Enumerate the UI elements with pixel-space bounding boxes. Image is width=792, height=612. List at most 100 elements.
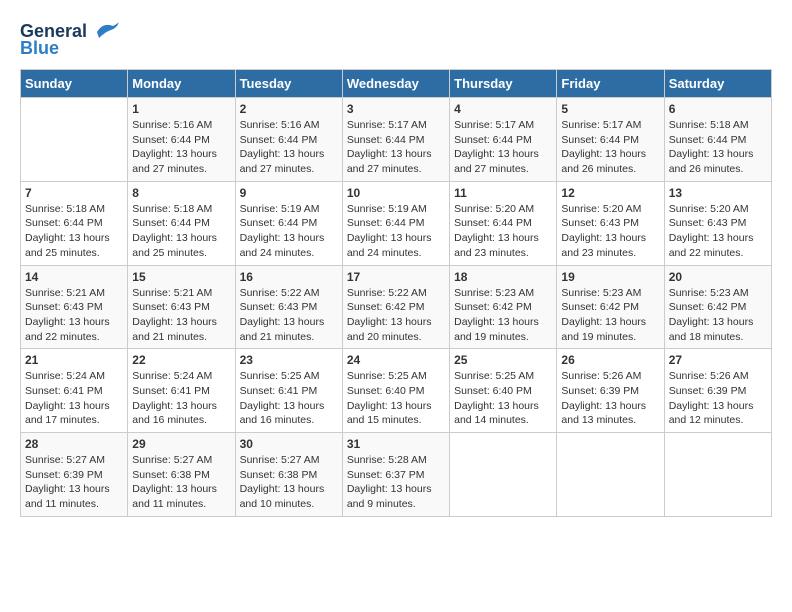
cell-info: Sunrise: 5:18 AM Sunset: 6:44 PM Dayligh… <box>132 202 230 261</box>
page-header: General Blue <box>20 20 772 59</box>
day-header-monday: Monday <box>128 70 235 98</box>
calendar-cell: 30Sunrise: 5:27 AM Sunset: 6:38 PM Dayli… <box>235 433 342 517</box>
cell-info: Sunrise: 5:25 AM Sunset: 6:41 PM Dayligh… <box>240 369 338 428</box>
calendar-cell: 2 Sunrise: 5:16 AM Sunset: 6:44 PM Daylig… <box>235 98 342 182</box>
day-number: 28 <box>25 437 123 451</box>
calendar-cell: 20 Sunrise: 5:23 AM Sunset: 6:42 PM Dayli… <box>664 265 771 349</box>
calendar-cell: 25 Sunrise: 5:25 AM Sunset: 6:40 PM Dayli… <box>450 349 557 433</box>
day-header-thursday: Thursday <box>450 70 557 98</box>
week-row-5: 28Sunrise: 5:27 AM Sunset: 6:39 PM Dayli… <box>21 433 772 517</box>
day-number: 23 <box>240 353 338 367</box>
day-header-friday: Friday <box>557 70 664 98</box>
day-header-saturday: Saturday <box>664 70 771 98</box>
day-number: 10 <box>347 186 445 200</box>
day-number: 16 <box>240 270 338 284</box>
calendar-cell: 7Sunrise: 5:18 AM Sunset: 6:44 PM Daylig… <box>21 181 128 265</box>
cell-info: Sunrise: 5:23 AM Sunset: 6:42 PM Dayligh… <box>454 286 552 345</box>
cell-info: Sunrise: 5:23 AM Sunset: 6:42 PM Dayligh… <box>669 286 767 345</box>
day-number: 25 <box>454 353 552 367</box>
day-number: 9 <box>240 186 338 200</box>
cell-info: Sunrise: 5:16 AM Sunset: 6:44 PM Dayligh… <box>132 118 230 177</box>
cell-info: Sunrise: 5:20 AM Sunset: 6:43 PM Dayligh… <box>561 202 659 261</box>
day-number: 26 <box>561 353 659 367</box>
calendar-cell: 18 Sunrise: 5:23 AM Sunset: 6:42 PM Dayli… <box>450 265 557 349</box>
day-number: 24 <box>347 353 445 367</box>
calendar-cell: 31 Sunrise: 5:28 AM Sunset: 6:37 PM Dayli… <box>342 433 449 517</box>
cell-info: Sunrise: 5:26 AM Sunset: 6:39 PM Dayligh… <box>669 369 767 428</box>
calendar-cell: 6Sunrise: 5:18 AM Sunset: 6:44 PM Daylig… <box>664 98 771 182</box>
cell-info: Sunrise: 5:17 AM Sunset: 6:44 PM Dayligh… <box>561 118 659 177</box>
calendar-cell: 10 Sunrise: 5:19 AM Sunset: 6:44 PM Dayli… <box>342 181 449 265</box>
calendar-cell: 16 Sunrise: 5:22 AM Sunset: 6:43 PM Dayli… <box>235 265 342 349</box>
calendar-cell: 17 Sunrise: 5:22 AM Sunset: 6:42 PM Dayli… <box>342 265 449 349</box>
day-number: 27 <box>669 353 767 367</box>
day-number: 31 <box>347 437 445 451</box>
day-number: 8 <box>132 186 230 200</box>
day-number: 20 <box>669 270 767 284</box>
week-row-1: 1 Sunrise: 5:16 AM Sunset: 6:44 PM Daylig… <box>21 98 772 182</box>
calendar-cell <box>557 433 664 517</box>
calendar-cell <box>664 433 771 517</box>
cell-info: Sunrise: 5:18 AM Sunset: 6:44 PM Dayligh… <box>669 118 767 177</box>
calendar-cell: 24 Sunrise: 5:25 AM Sunset: 6:40 PM Dayli… <box>342 349 449 433</box>
day-number: 14 <box>25 270 123 284</box>
calendar-cell: 5 Sunrise: 5:17 AM Sunset: 6:44 PM Daylig… <box>557 98 664 182</box>
week-row-3: 14 Sunrise: 5:21 AM Sunset: 6:43 PM Dayli… <box>21 265 772 349</box>
day-number: 30 <box>240 437 338 451</box>
calendar-cell: 12 Sunrise: 5:20 AM Sunset: 6:43 PM Dayli… <box>557 181 664 265</box>
calendar-table: SundayMondayTuesdayWednesdayThursdayFrid… <box>20 69 772 517</box>
cell-info: Sunrise: 5:20 AM Sunset: 6:44 PM Dayligh… <box>454 202 552 261</box>
day-number: 29 <box>132 437 230 451</box>
day-number: 15 <box>132 270 230 284</box>
cell-info: Sunrise: 5:22 AM Sunset: 6:43 PM Dayligh… <box>240 286 338 345</box>
calendar-cell <box>450 433 557 517</box>
cell-info: Sunrise: 5:26 AM Sunset: 6:39 PM Dayligh… <box>561 369 659 428</box>
calendar-cell: 14Sunrise: 5:21 AM Sunset: 6:43 PM Dayli… <box>21 265 128 349</box>
day-number: 3 <box>347 102 445 116</box>
calendar-cell: 1 Sunrise: 5:16 AM Sunset: 6:44 PM Daylig… <box>128 98 235 182</box>
calendar-cell: 8 Sunrise: 5:18 AM Sunset: 6:44 PM Daylig… <box>128 181 235 265</box>
calendar-cell: 29 Sunrise: 5:27 AM Sunset: 6:38 PM Dayli… <box>128 433 235 517</box>
day-number: 2 <box>240 102 338 116</box>
calendar-cell: 11Sunrise: 5:20 AM Sunset: 6:44 PM Dayli… <box>450 181 557 265</box>
day-number: 19 <box>561 270 659 284</box>
cell-info: Sunrise: 5:16 AM Sunset: 6:44 PM Dayligh… <box>240 118 338 177</box>
calendar-cell: 15 Sunrise: 5:21 AM Sunset: 6:43 PM Dayli… <box>128 265 235 349</box>
cell-info: Sunrise: 5:28 AM Sunset: 6:37 PM Dayligh… <box>347 453 445 512</box>
week-row-2: 7 Sunrise: 5:18 AM Sunset: 6:44 PM Daylig… <box>21 181 772 265</box>
cell-info: Sunrise: 5:24 AM Sunset: 6:41 PM Dayligh… <box>132 369 230 428</box>
cell-info: Sunrise: 5:25 AM Sunset: 6:40 PM Dayligh… <box>454 369 552 428</box>
calendar-cell: 28Sunrise: 5:27 AM Sunset: 6:39 PM Dayli… <box>21 433 128 517</box>
cell-info: Sunrise: 5:27 AM Sunset: 6:38 PM Dayligh… <box>132 453 230 512</box>
calendar-cell: 13 Sunrise: 5:20 AM Sunset: 6:43 PM Dayli… <box>664 181 771 265</box>
day-number: 18 <box>454 270 552 284</box>
cell-info: Sunrise: 5:23 AM Sunset: 6:42 PM Dayligh… <box>561 286 659 345</box>
day-number: 12 <box>561 186 659 200</box>
day-number: 5 <box>561 102 659 116</box>
calendar-cell: 22Sunrise: 5:24 AM Sunset: 6:41 PM Dayli… <box>128 349 235 433</box>
cell-info: Sunrise: 5:22 AM Sunset: 6:42 PM Dayligh… <box>347 286 445 345</box>
cell-info: Sunrise: 5:20 AM Sunset: 6:43 PM Dayligh… <box>669 202 767 261</box>
calendar-cell: 9 Sunrise: 5:19 AM Sunset: 6:44 PM Daylig… <box>235 181 342 265</box>
day-header-sunday: Sunday <box>21 70 128 98</box>
calendar-cell: 27 Sunrise: 5:26 AM Sunset: 6:39 PM Dayli… <box>664 349 771 433</box>
logo-bird-icon <box>89 20 121 42</box>
calendar-cell: 26 Sunrise: 5:26 AM Sunset: 6:39 PM Dayli… <box>557 349 664 433</box>
cell-info: Sunrise: 5:19 AM Sunset: 6:44 PM Dayligh… <box>240 202 338 261</box>
cell-info: Sunrise: 5:17 AM Sunset: 6:44 PM Dayligh… <box>347 118 445 177</box>
day-number: 17 <box>347 270 445 284</box>
logo: General Blue <box>20 20 121 59</box>
calendar-cell: 3 Sunrise: 5:17 AM Sunset: 6:44 PM Daylig… <box>342 98 449 182</box>
cell-info: Sunrise: 5:25 AM Sunset: 6:40 PM Dayligh… <box>347 369 445 428</box>
cell-info: Sunrise: 5:19 AM Sunset: 6:44 PM Dayligh… <box>347 202 445 261</box>
day-number: 13 <box>669 186 767 200</box>
day-header-tuesday: Tuesday <box>235 70 342 98</box>
week-row-4: 21Sunrise: 5:24 AM Sunset: 6:41 PM Dayli… <box>21 349 772 433</box>
day-number: 1 <box>132 102 230 116</box>
day-number: 4 <box>454 102 552 116</box>
day-number: 7 <box>25 186 123 200</box>
cell-info: Sunrise: 5:21 AM Sunset: 6:43 PM Dayligh… <box>132 286 230 345</box>
calendar-cell <box>21 98 128 182</box>
day-header-wednesday: Wednesday <box>342 70 449 98</box>
calendar-cell: 4Sunrise: 5:17 AM Sunset: 6:44 PM Daylig… <box>450 98 557 182</box>
